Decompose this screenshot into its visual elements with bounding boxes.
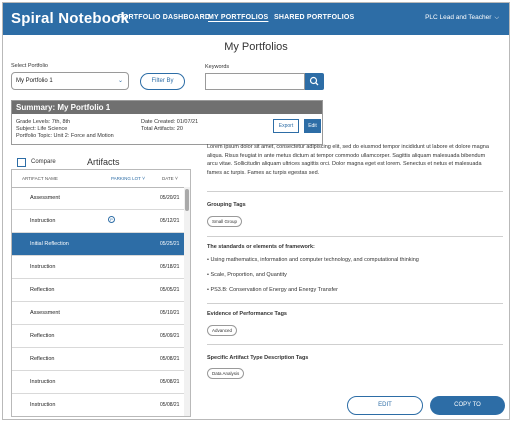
- artifact-date: 05/05/21: [160, 287, 180, 293]
- table-row[interactable]: Assessment 05/10/21: [12, 302, 184, 325]
- evidence-tag[interactable]: Advanced: [207, 325, 238, 336]
- table-row[interactable]: Instruction 05/18/21: [12, 256, 184, 279]
- artifact-date: 05/09/21: [160, 333, 180, 339]
- export-button[interactable]: Export: [273, 119, 299, 133]
- summary-title: Summary: My Portfolio 1: [12, 101, 322, 114]
- table-row[interactable]: Reflection 05/08/21: [12, 348, 184, 371]
- artifact-date: 05/12/21: [160, 218, 180, 224]
- portfolio-summary: Summary: My Portfolio 1 Grade Levels: 7t…: [11, 100, 323, 145]
- app-frame: Spiral Notebook PORTFOLIO DASHBOARD MY P…: [2, 2, 510, 420]
- select-portfolio-label: Select Portfolio: [11, 63, 48, 69]
- table-header: ARTIFACT NAME PARKING LOT ˅ DATE ˅: [12, 170, 190, 188]
- divider: [207, 303, 503, 304]
- summary-date-created: Date Created: 01/07/21: [141, 119, 199, 125]
- artifact-name: Initial Reflection: [30, 241, 69, 247]
- user-role: PLC Lead and Teacher: [425, 14, 492, 21]
- artifact-date: 05/08/21: [160, 356, 180, 362]
- search-button[interactable]: [305, 73, 324, 90]
- chevron-down-icon: ⌵: [494, 15, 499, 21]
- table-scrollbar[interactable]: [184, 187, 190, 416]
- divider: [207, 344, 503, 345]
- artifact-date: 05/25/21: [160, 241, 180, 247]
- description-line: aliqua. Risus feugiat in ante metus dict…: [207, 152, 486, 159]
- portfolio-select-value: My Portfolio 1: [16, 78, 53, 84]
- nav-shared-portfolios[interactable]: SHARED PORTFOLIOS: [274, 14, 354, 21]
- artifact-name: Assessment: [30, 195, 60, 201]
- grouping-tags-title: Grouping Tags: [207, 202, 246, 208]
- keywords-label: Keywords: [205, 64, 230, 70]
- evidence-title: Evidence of Performance Tags: [207, 311, 287, 317]
- table-row-selected[interactable]: Initial Reflection 05/25/21: [12, 233, 184, 256]
- table-row[interactable]: Instruction P 05/12/21: [12, 210, 184, 233]
- artifact-name: Instruction: [30, 379, 56, 385]
- artifact-description: Lorem ipsum dolor sit amet, consectetur …: [207, 143, 503, 177]
- summary-total-artifacts: Total Artifacts: 20: [141, 126, 183, 132]
- table-row[interactable]: Reflection 05/05/21: [12, 279, 184, 302]
- specific-type-title: Specific Artifact Type Description Tags: [207, 355, 309, 361]
- standard-item: • Scale, Proportion, and Quantity: [207, 272, 287, 278]
- specific-type-tag[interactable]: Data Analysis: [207, 368, 245, 379]
- description-line: Lorem ipsum dolor sit amet, consectetur …: [207, 144, 489, 150]
- description-line: fames ac turpis. Fames ac turpis egestas…: [207, 169, 320, 176]
- artifact-name: Assessment: [30, 310, 60, 316]
- summary-topic: Portfolio Topic: Unit 2: Force and Motio…: [16, 133, 114, 139]
- artifact-name: Instruction: [30, 264, 56, 270]
- artifact-detail-panel: Lorem ipsum dolor sit amet, consectetur …: [207, 143, 503, 383]
- artifacts-table: ARTIFACT NAME PARKING LOT ˅ DATE ˅ Asses…: [11, 169, 191, 417]
- table-scrollbar-thumb[interactable]: [185, 189, 189, 211]
- artifact-name: Instruction: [30, 218, 56, 224]
- summary-grade-levels: Grade Levels: 7th, 8th: [16, 119, 71, 125]
- user-menu[interactable]: PLC Lead and Teacher ⌵: [425, 14, 499, 22]
- artifact-name: Reflection: [30, 333, 55, 339]
- portfolio-select[interactable]: My Portfolio 1 ⌄: [11, 72, 129, 90]
- chevron-down-icon: ⌄: [117, 78, 123, 84]
- artifact-date: 05/20/21: [160, 195, 180, 201]
- sort-down-icon: ˅: [174, 176, 178, 182]
- artifact-name: Reflection: [30, 287, 55, 293]
- standard-item: • Using mathematics, information and com…: [207, 257, 419, 263]
- page-title: My Portfolios: [224, 41, 288, 53]
- brand-logo[interactable]: Spiral Notebook: [11, 10, 129, 27]
- keywords-input[interactable]: [205, 73, 305, 90]
- column-parking-lot[interactable]: PARKING LOT ˅: [111, 176, 145, 182]
- artifact-name: Instruction: [30, 402, 56, 408]
- table-row[interactable]: Instruction 05/08/21: [12, 394, 184, 416]
- divider: [207, 191, 503, 192]
- column-date-label: DATE: [162, 176, 174, 181]
- compare-checkbox[interactable]: [17, 158, 26, 167]
- artifact-date: 05/08/21: [160, 379, 180, 385]
- column-artifact-name[interactable]: ARTIFACT NAME: [22, 176, 58, 181]
- artifact-date: 05/10/21: [160, 310, 180, 316]
- top-navigation-bar: Spiral Notebook PORTFOLIO DASHBOARD MY P…: [3, 3, 509, 35]
- column-parking-lot-label: PARKING LOT: [111, 176, 141, 181]
- compare-label: Compare: [31, 159, 56, 165]
- description-line: arcu vitae. Sollicitudin aliquam ultrice…: [207, 161, 482, 168]
- table-row[interactable]: Reflection 05/09/21: [12, 325, 184, 348]
- nav-my-portfolios[interactable]: MY PORTFOLIOS: [208, 14, 268, 21]
- artifacts-heading: Artifacts: [87, 157, 120, 167]
- filter-by-button[interactable]: Filter By: [140, 73, 185, 90]
- edit-summary-button[interactable]: Edit: [304, 119, 321, 133]
- standards-title: The standards or elements of framework:: [207, 244, 315, 250]
- artifact-date: 05/18/21: [160, 264, 180, 270]
- grouping-tag[interactable]: Small Group: [207, 216, 243, 227]
- sort-down-icon: ˅: [142, 176, 146, 182]
- artifact-name: Reflection: [30, 356, 55, 362]
- nav-portfolio-dashboard[interactable]: PORTFOLIO DASHBOARD: [118, 14, 210, 21]
- column-date[interactable]: DATE ˅: [162, 176, 178, 182]
- standard-item: • PS3.B: Conservation of Energy and Ener…: [207, 287, 338, 293]
- parking-lot-icon[interactable]: P: [108, 216, 115, 223]
- edit-button[interactable]: EDIT: [347, 396, 423, 415]
- copy-to-button[interactable]: COPY TO: [430, 396, 505, 415]
- table-row[interactable]: Assessment 05/20/21: [12, 187, 184, 210]
- table-row[interactable]: Instruction 05/08/21: [12, 371, 184, 394]
- artifact-date: 05/08/21: [160, 402, 180, 408]
- divider: [207, 236, 503, 237]
- summary-subject: Subject: Life Science: [16, 126, 68, 132]
- search-icon: [309, 76, 319, 86]
